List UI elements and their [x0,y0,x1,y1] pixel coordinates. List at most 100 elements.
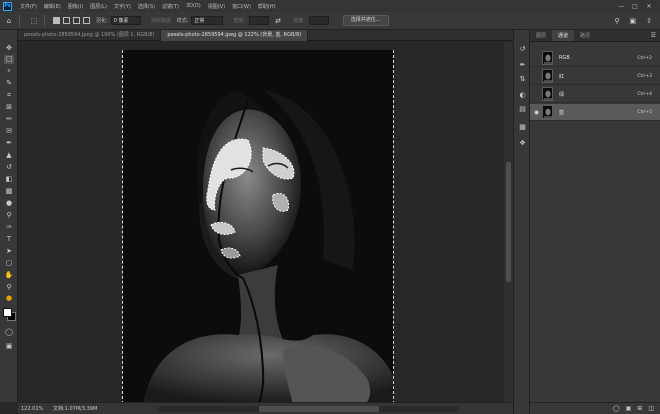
width-input[interactable] [249,16,270,25]
new-selection-icon[interactable] [53,17,60,24]
horizontal-scrollbar[interactable] [159,405,460,412]
horizontal-scroll-thumb[interactable] [259,405,380,412]
channel-thumbnail [542,51,553,65]
menu-layer[interactable]: 图层(L) [90,3,107,10]
channel-thumbnail [542,69,553,83]
menu-image[interactable]: 图像(I) [68,3,83,10]
tab-paths[interactable]: 路径 [574,30,596,41]
intersect-selection-icon[interactable] [83,17,90,24]
save-selection-icon[interactable]: ▣ [626,405,632,412]
channel-row-blue[interactable]: ◉ 蓝 Ctrl+5 [530,104,660,121]
load-selection-icon[interactable]: ◯ [613,405,620,412]
menu-filter[interactable]: 滤镜(T) [162,3,179,10]
channel-thumbnail [542,105,553,119]
rectangle-shape-icon[interactable]: ▢ [4,259,14,268]
document-info[interactable]: 文档:1.07M/3.39M [53,405,97,412]
dodge-icon[interactable]: ⚲ [4,211,14,220]
panel-menu-icon[interactable]: ☰ [651,30,656,42]
search-icon[interactable]: ⚲ [614,17,619,25]
tab-layers[interactable]: 图层 [530,30,552,41]
zoom-icon[interactable]: ⚲ [4,283,14,292]
channel-row-rgb[interactable]: RGB Ctrl+2 [530,50,660,67]
history-icon[interactable]: ↺ [517,44,528,54]
blur-icon[interactable]: ● [4,199,14,208]
menu-file[interactable]: 文件(F) [20,3,37,10]
divider [44,14,45,27]
height-input[interactable] [308,16,329,25]
quick-mask-icon[interactable]: ◯ [4,328,14,337]
vertical-scrollbar[interactable] [504,42,513,402]
canvas-area[interactable] [18,42,504,402]
edit-toolbar-icon[interactable]: ● [4,294,14,303]
layers-icon[interactable]: ❖ [517,138,528,148]
history-brush-icon[interactable]: ↺ [4,163,14,172]
menu-3d[interactable]: 3D(D) [186,3,201,10]
tab-document-1[interactable]: pexels-photo-2859594.jpeg @ 100% (图层 1, … [18,30,162,41]
portrait-image [123,50,393,402]
menu-type[interactable]: 文字(Y) [114,3,131,10]
antialias-checkbox[interactable]: 消除锯齿 [151,17,171,24]
style-select[interactable]: 正常 [191,16,224,25]
marquee-preset-icon[interactable]: ⬚ [29,16,39,26]
rectangular-marquee-icon[interactable]: □ [4,55,14,64]
screen-mode-icon[interactable]: ▣ [4,342,14,351]
gradient-icon[interactable]: ▩ [4,187,14,196]
crop-icon[interactable]: ⌗ [4,91,14,100]
menu-help[interactable]: 帮助(H) [258,3,276,10]
tab-channels[interactable]: 通道 [552,30,575,41]
frame-icon[interactable]: ⊠ [4,103,14,112]
channel-row-red[interactable]: 红 Ctrl+3 [530,68,660,85]
delete-channel-icon[interactable]: ◫ [648,405,654,412]
tab-document-2[interactable]: pexels-photo-2859594.jpeg @ 122% (背景, 蓝,… [161,30,309,41]
document-canvas[interactable] [122,50,394,402]
style-label: 样式: [176,18,189,24]
maximize-icon[interactable]: □ [628,3,642,10]
swap-icon[interactable]: ⇄ [273,16,283,26]
lasso-icon[interactable]: ⚬ [4,67,14,76]
channel-row-green[interactable]: 绿 Ctrl+4 [530,86,660,103]
document-tabs: pexels-photo-2859594.jpeg @ 100% (图层 1, … [18,30,513,41]
pen-icon[interactable]: ✑ [4,223,14,232]
channel-thumbnail [542,87,553,101]
healing-brush-icon[interactable]: ✉ [4,127,14,136]
channel-shortcut: Ctrl+2 [637,55,652,61]
tools-panel: ✥ □ ⚬ ✎ ⌗ ⊠ ✏ ✉ ✒ ▲ ↺ ◧ ▩ ● ⚲ ✑ T ➤ ▢ ✋ … [0,30,18,402]
vertical-scroll-thumb[interactable] [506,162,511,282]
eraser-icon[interactable]: ◧ [4,175,14,184]
eye-icon[interactable]: ◉ [532,109,541,116]
zoom-level[interactable]: 122.01% [21,406,45,412]
clone-stamp-icon[interactable]: ▲ [4,151,14,160]
foreground-color-swatch[interactable] [3,308,12,317]
window-controls: — □ ✕ [614,0,656,12]
share-icon[interactable]: ⇧ [646,17,652,25]
minimize-icon[interactable]: — [614,3,628,10]
quick-selection-icon[interactable]: ✎ [4,79,14,88]
new-channel-icon[interactable]: ⊞ [637,405,642,412]
menu-view[interactable]: 视图(V) [208,3,225,10]
panel-tabs: 图层 通道 路径 ☰ [530,30,660,42]
menu-select[interactable]: 选择(S) [138,3,155,10]
move-tool-icon[interactable]: ✥ [4,44,14,53]
close-icon[interactable]: ✕ [642,3,656,10]
brush-icon[interactable]: ✒ [4,139,14,148]
options-bar: ⌂ ⬚ 羽化: 0 像素 消除锯齿 样式: 正常 宽度: ⇄ 高度: 选择并遮住… [0,12,660,30]
feather-input[interactable]: 0 像素 [110,16,141,25]
path-selection-icon[interactable]: ➤ [4,247,14,256]
menu-bar: Ps 文件(F) 编辑(E) 图像(I) 图层(L) 文字(Y) 选择(S) 滤… [0,0,660,12]
subtract-selection-icon[interactable] [73,17,80,24]
select-and-mask-button[interactable]: 选择并遮住... [342,15,389,26]
properties-icon[interactable]: ▤ [517,104,528,114]
grid-icon[interactable]: ▦ [517,122,528,132]
eyedropper-icon[interactable]: ✏ [4,115,14,124]
adjustments-icon[interactable]: ⇅ [517,74,528,84]
color-icon[interactable]: ◐ [517,90,528,100]
workspace-icon[interactable]: ▣ [630,17,637,25]
hand-icon[interactable]: ✋ [4,271,14,280]
menu-window[interactable]: 窗口(W) [232,3,251,10]
home-icon[interactable]: ⌂ [4,16,14,26]
menu-edit[interactable]: 编辑(E) [44,3,61,10]
brush-settings-icon[interactable]: ✒ [517,60,528,70]
add-selection-icon[interactable] [63,17,70,24]
type-icon[interactable]: T [4,235,14,244]
divider [19,14,20,27]
